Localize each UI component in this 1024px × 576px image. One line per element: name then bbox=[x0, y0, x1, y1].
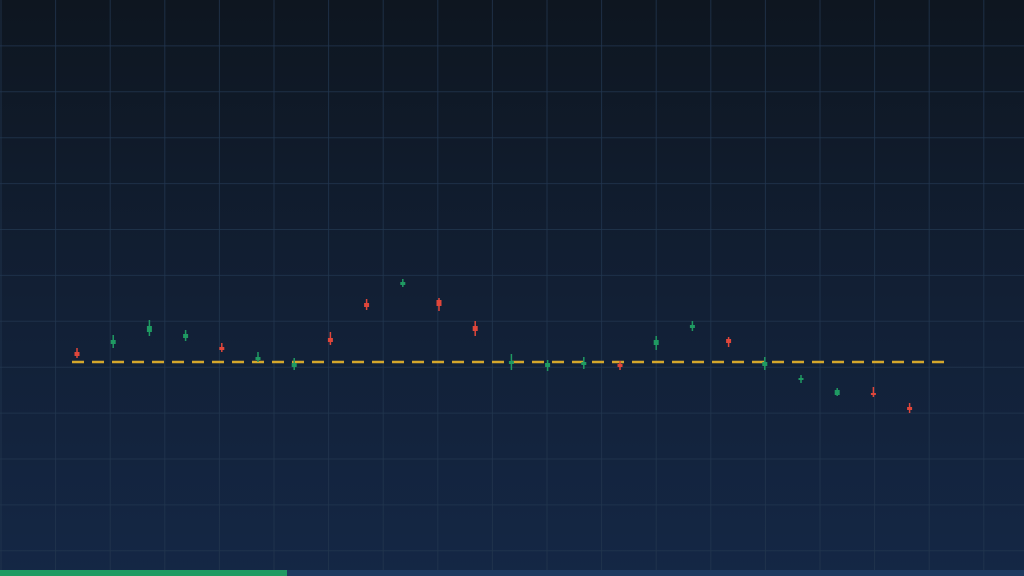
candle bbox=[689, 321, 695, 331]
candle-body bbox=[146, 326, 152, 332]
grid-lines bbox=[0, 0, 1024, 570]
candle-body bbox=[183, 334, 189, 338]
candle bbox=[726, 337, 732, 347]
candle-body bbox=[219, 347, 225, 350]
candle bbox=[183, 330, 189, 341]
candle-body bbox=[400, 282, 406, 285]
candle bbox=[870, 387, 876, 397]
candle-body bbox=[110, 340, 116, 344]
candle-body bbox=[508, 361, 514, 364]
candle-body bbox=[255, 357, 261, 360]
candle-body bbox=[798, 378, 804, 380]
candle bbox=[834, 388, 840, 396]
candle-body bbox=[653, 340, 659, 345]
candle-body bbox=[291, 363, 297, 367]
candle bbox=[472, 321, 478, 336]
candle bbox=[146, 320, 152, 336]
candle-body bbox=[436, 300, 442, 306]
candlestick-chart bbox=[0, 0, 1024, 570]
candle bbox=[291, 358, 297, 370]
candles bbox=[74, 279, 913, 413]
candle bbox=[798, 375, 804, 383]
candle-body bbox=[762, 362, 768, 366]
candle bbox=[400, 279, 406, 287]
candle-body bbox=[545, 363, 551, 367]
candle bbox=[255, 352, 261, 362]
candle bbox=[364, 299, 370, 310]
progress-bar-fill bbox=[0, 570, 287, 576]
candle-body bbox=[907, 407, 913, 410]
candle bbox=[545, 360, 551, 371]
candle bbox=[436, 298, 442, 311]
candle-body bbox=[74, 352, 80, 356]
candle-body bbox=[689, 325, 695, 328]
candle-body bbox=[617, 364, 623, 367]
candle bbox=[74, 348, 80, 358]
candle bbox=[762, 357, 768, 370]
candle-body bbox=[870, 393, 876, 395]
candle-body bbox=[834, 390, 840, 395]
candle-body bbox=[364, 303, 370, 307]
candle bbox=[110, 335, 116, 348]
progress-bar bbox=[0, 570, 1024, 576]
candle bbox=[653, 336, 659, 350]
candle-body bbox=[472, 326, 478, 331]
candle bbox=[219, 343, 225, 352]
candle-body bbox=[726, 339, 732, 343]
candle-body bbox=[327, 338, 333, 342]
candle bbox=[907, 403, 913, 413]
candle-body bbox=[581, 362, 587, 365]
chart-stage bbox=[0, 0, 1024, 576]
